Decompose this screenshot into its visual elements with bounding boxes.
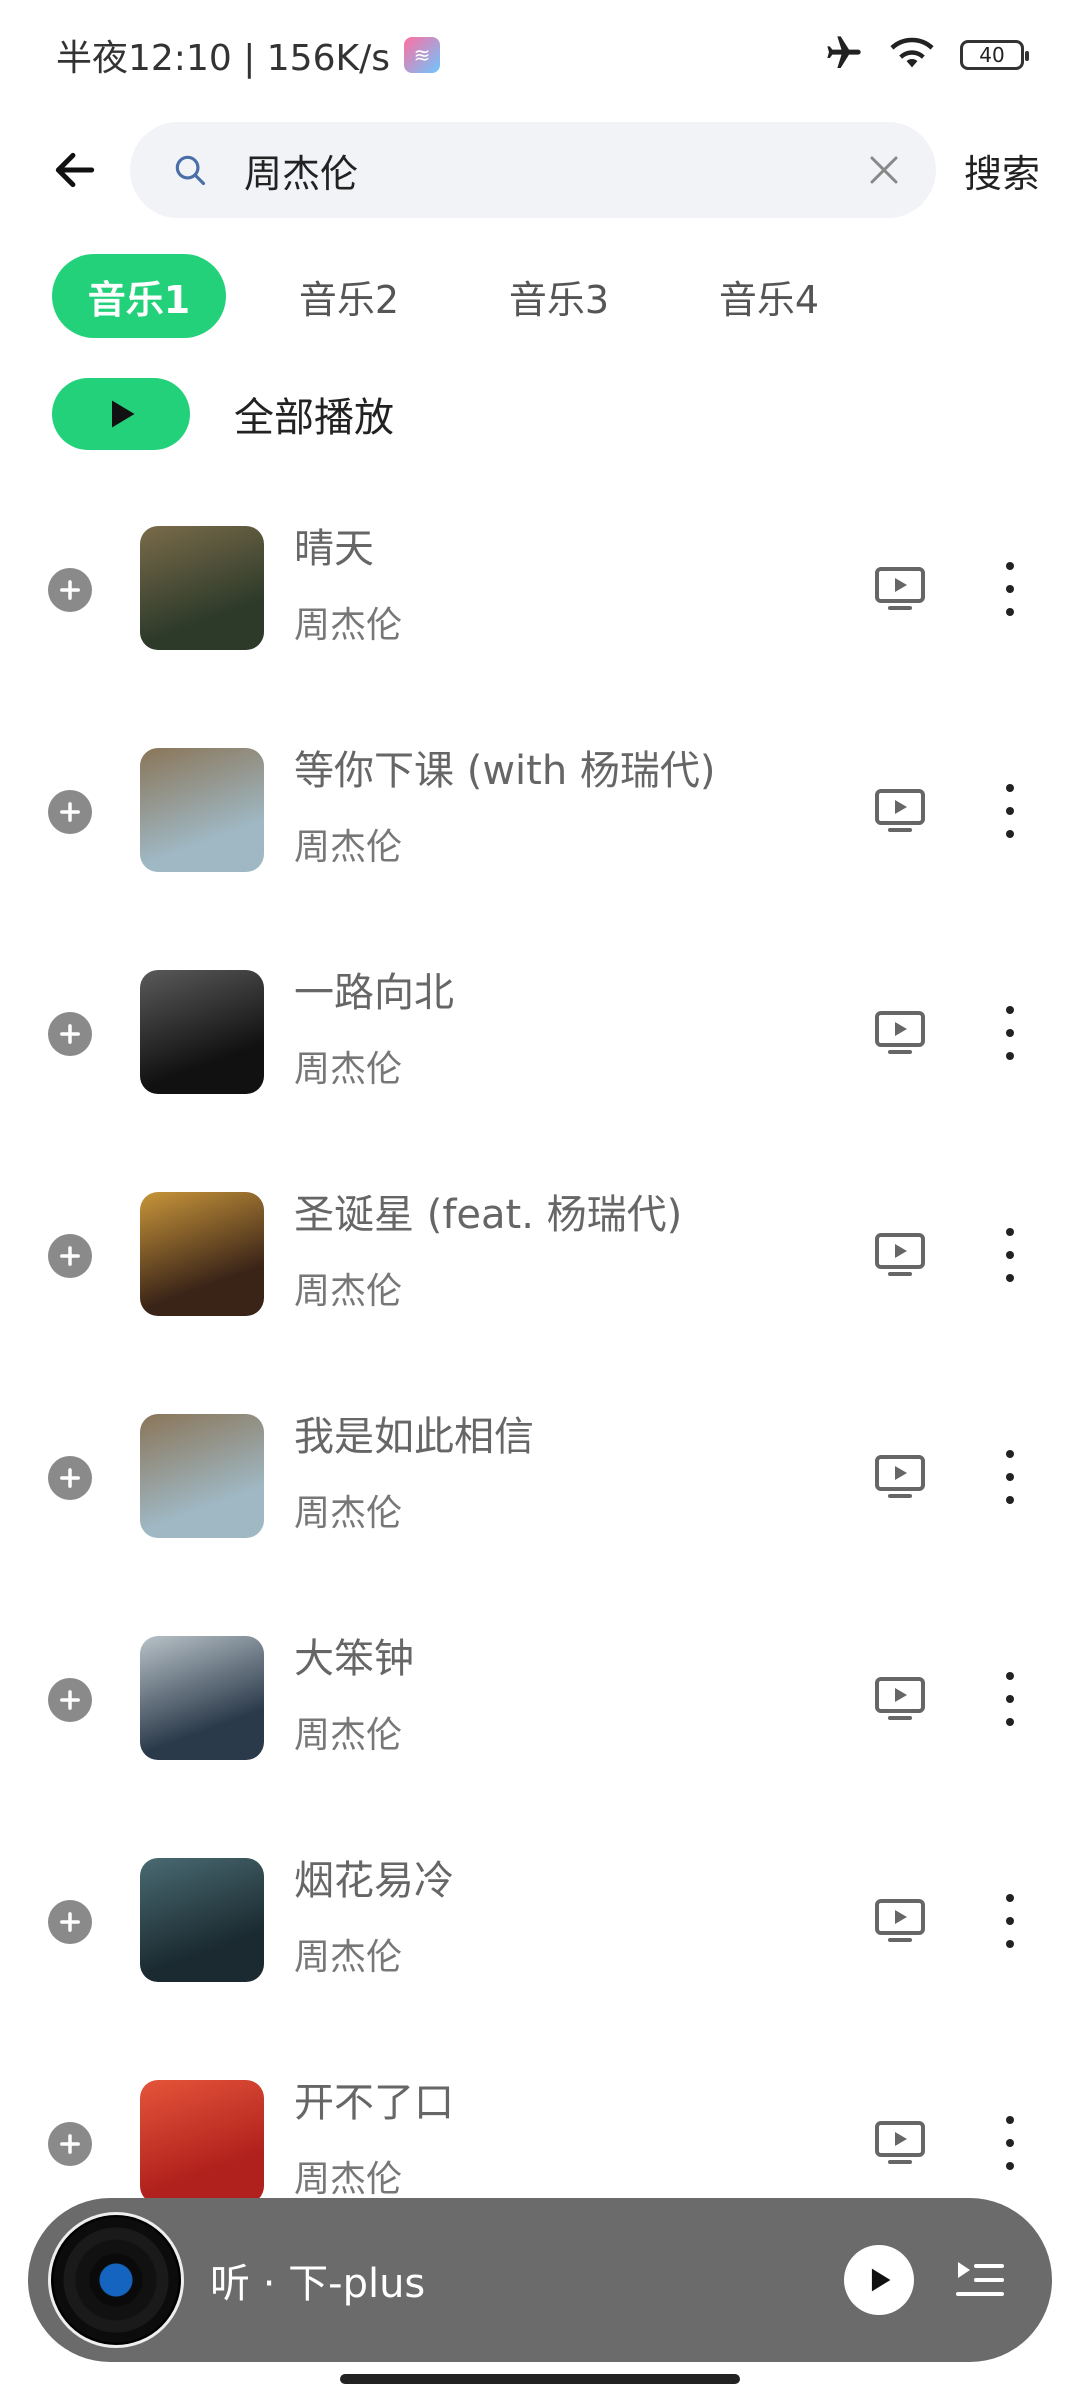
mv-icon[interactable]: [872, 1452, 928, 1502]
tab-music-3[interactable]: 音乐3: [472, 254, 646, 338]
song-row[interactable]: 大笨钟 周杰伦: [0, 1610, 1080, 1832]
back-arrow-icon: [55, 152, 95, 188]
search-input[interactable]: 周杰伦: [244, 143, 862, 198]
song-title: 我是如此相信: [294, 1414, 534, 1460]
album-cover[interactable]: [140, 1192, 264, 1316]
song-title: 圣诞星 (feat. 杨瑞代): [294, 1192, 683, 1238]
song-artist: 周杰伦: [294, 2159, 403, 2200]
search-icon: [170, 150, 210, 190]
add-icon[interactable]: [48, 1234, 92, 1278]
mv-icon[interactable]: [872, 1230, 928, 1280]
status-time: 半夜12:10 | 156K/s: [56, 38, 390, 79]
vinyl-disc-icon[interactable]: [48, 2212, 184, 2348]
mini-player[interactable]: 听 · 下-plus: [28, 2198, 1052, 2362]
song-title: 等你下课 (with 杨瑞代): [294, 748, 716, 794]
add-icon[interactable]: [48, 1678, 92, 1722]
more-options-icon[interactable]: [998, 1006, 1022, 1060]
album-cover[interactable]: [140, 1858, 264, 1982]
mv-icon[interactable]: [872, 786, 928, 836]
mv-icon[interactable]: [872, 1674, 928, 1724]
more-options-icon[interactable]: [998, 562, 1022, 616]
mini-player-title: 听 · 下-plus: [210, 2261, 426, 2307]
add-icon[interactable]: [48, 1012, 92, 1056]
play-icon: [871, 2268, 891, 2292]
album-cover[interactable]: [140, 1636, 264, 1760]
play-all-label: 全部播放: [234, 395, 394, 441]
more-options-icon[interactable]: [998, 1672, 1022, 1726]
search-header: 周杰伦 搜索: [0, 120, 1080, 220]
album-cover[interactable]: [140, 970, 264, 1094]
add-icon[interactable]: [48, 790, 92, 834]
battery-icon: 40: [960, 40, 1029, 70]
source-tabs: 音乐1 音乐2 音乐3 音乐4: [52, 254, 892, 338]
airplane-mode-icon: [824, 33, 864, 77]
song-title: 晴天: [294, 526, 374, 572]
status-right: 40: [824, 33, 1029, 77]
more-options-icon[interactable]: [998, 1894, 1022, 1948]
mv-icon[interactable]: [872, 1896, 928, 1946]
song-row[interactable]: 烟花易冷 周杰伦: [0, 1832, 1080, 2054]
mini-play-button[interactable]: [844, 2245, 914, 2315]
status-left: 半夜12:10 | 156K/s ≋: [56, 29, 440, 81]
wifi-icon: [890, 35, 934, 75]
add-icon[interactable]: [48, 1900, 92, 1944]
play-icon: [112, 400, 135, 428]
play-all-button[interactable]: [52, 378, 190, 450]
home-indicator[interactable]: [340, 2374, 740, 2384]
more-options-icon[interactable]: [998, 1450, 1022, 1504]
add-icon[interactable]: [48, 1456, 92, 1500]
song-row[interactable]: 一路向北 周杰伦: [0, 944, 1080, 1166]
song-artist: 周杰伦: [294, 1715, 403, 1756]
album-cover[interactable]: [140, 526, 264, 650]
clear-icon[interactable]: [862, 148, 906, 192]
song-artist: 周杰伦: [294, 1493, 403, 1534]
play-all-row[interactable]: 全部播放: [52, 378, 394, 450]
mv-icon[interactable]: [872, 2118, 928, 2168]
album-cover[interactable]: [140, 2080, 264, 2204]
song-artist: 周杰伦: [294, 1271, 403, 1312]
song-row[interactable]: 圣诞星 (feat. 杨瑞代) 周杰伦: [0, 1166, 1080, 1388]
notification-app-icon: ≋: [403, 37, 440, 73]
song-title: 一路向北: [294, 970, 454, 1016]
song-artist: 周杰伦: [294, 605, 403, 646]
more-options-icon[interactable]: [998, 784, 1022, 838]
tab-music-1[interactable]: 音乐1: [52, 254, 226, 338]
playlist-queue-button[interactable]: [952, 2255, 1008, 2305]
add-icon[interactable]: [48, 2122, 92, 2166]
song-row[interactable]: 等你下课 (with 杨瑞代) 周杰伦: [0, 722, 1080, 944]
album-cover[interactable]: [140, 748, 264, 872]
song-row[interactable]: 我是如此相信 周杰伦: [0, 1388, 1080, 1610]
song-list: 晴天 周杰伦 等你下课 (with 杨瑞代) 周杰伦 一路向北 周杰伦 圣诞星 …: [0, 500, 1080, 2276]
queue-icon: [956, 2262, 1004, 2296]
status-bar: 半夜12:10 | 156K/s ≋ 40: [0, 0, 1080, 110]
song-artist: 周杰伦: [294, 1049, 403, 1090]
add-icon[interactable]: [48, 568, 92, 612]
search-submit-button[interactable]: 搜索: [954, 133, 1050, 208]
tab-music-2[interactable]: 音乐2: [262, 254, 436, 338]
more-options-icon[interactable]: [998, 1228, 1022, 1282]
song-artist: 周杰伦: [294, 1937, 403, 1978]
song-title: 大笨钟: [294, 1636, 414, 1682]
search-box[interactable]: 周杰伦: [130, 122, 936, 218]
song-title: 烟花易冷: [294, 1858, 454, 1904]
mv-icon[interactable]: [872, 1008, 928, 1058]
more-options-icon[interactable]: [998, 2116, 1022, 2170]
album-cover[interactable]: [140, 1414, 264, 1538]
song-title: 开不了口: [294, 2080, 454, 2126]
song-artist: 周杰伦: [294, 827, 403, 868]
mv-icon[interactable]: [872, 564, 928, 614]
tab-music-4[interactable]: 音乐4: [682, 254, 856, 338]
back-button[interactable]: [40, 135, 110, 205]
song-row[interactable]: 晴天 周杰伦: [0, 500, 1080, 722]
